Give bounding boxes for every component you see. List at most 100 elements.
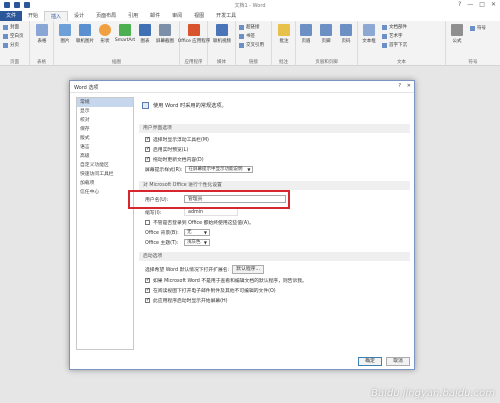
- chart-icon: [139, 24, 151, 36]
- option-tell-me-default[interactable]: 如果 Microsoft Word 不是用于查看和编辑文档的默认程序，则告诉我。: [145, 277, 307, 284]
- screentip-row: 屏幕提示样式(R): 在屏幕提示中显示功能说明 ▼: [145, 166, 254, 173]
- online-picture-button[interactable]: 联机图片: [76, 24, 94, 44]
- option-show-start-screen[interactable]: 此应用程序启动时显示开始屏幕(H): [145, 297, 228, 304]
- page-number-button[interactable]: 页码: [337, 24, 355, 44]
- initials-input[interactable]: admin: [184, 208, 238, 216]
- symbol-button[interactable]: 符号: [470, 25, 486, 31]
- quick-parts-button[interactable]: 文档部件: [382, 24, 407, 30]
- nav-add-ins[interactable]: 加载项: [77, 179, 133, 188]
- nav-language[interactable]: 语言: [77, 143, 133, 152]
- theme-select[interactable]: 浅灰色 ▼: [184, 239, 210, 246]
- option-update-while-dragging[interactable]: 拖动时更新文档内容(D): [145, 156, 204, 163]
- page-break-button[interactable]: 分页: [3, 42, 19, 48]
- group-tables: 表格 表格: [30, 21, 54, 66]
- nav-quick-access-toolbar[interactable]: 快速访问工具栏: [77, 170, 133, 179]
- checkbox[interactable]: [145, 277, 150, 283]
- tab-references[interactable]: 引用: [122, 11, 144, 21]
- group-media: 联机视频 媒体: [208, 21, 236, 66]
- page-break-icon: [3, 42, 8, 48]
- nav-proofing[interactable]: 校对: [77, 116, 133, 125]
- footer-button[interactable]: 页脚: [317, 24, 335, 44]
- hyperlink-button[interactable]: 超链接: [239, 24, 260, 30]
- group-label-apps: 应用程序: [184, 60, 203, 65]
- tab-review[interactable]: 审阅: [166, 11, 188, 21]
- screenshot-icon: [159, 24, 171, 36]
- wordart-icon: [382, 33, 387, 39]
- tab-layout[interactable]: 页面布局: [90, 11, 122, 21]
- initials-row: 缩写(I): admin: [145, 208, 238, 216]
- nav-general[interactable]: 常规: [77, 98, 133, 107]
- chevron-down-icon: ▼: [247, 166, 251, 172]
- option-open-reading-view[interactable]: 在阅读视图下打开电子邮件附件及其他不可编辑的文件(O): [145, 287, 276, 294]
- office-apps-button[interactable]: Office 应用程序: [178, 24, 210, 44]
- group-label-illustrations: 插图: [112, 60, 121, 65]
- option-mini-toolbar[interactable]: 选择时显示浮动工具栏(M): [145, 136, 209, 143]
- background-select[interactable]: 无 ▼: [184, 229, 210, 236]
- equation-button[interactable]: 公式: [448, 24, 466, 44]
- equation-icon: [451, 24, 463, 36]
- cover-page-button[interactable]: 封面: [3, 24, 19, 30]
- chevron-down-icon: ▼: [203, 229, 207, 235]
- nav-display[interactable]: 显示: [77, 107, 133, 116]
- nav-customize-ribbon[interactable]: 自定义功能区: [77, 161, 133, 170]
- table-icon: [36, 24, 48, 36]
- dialog-help-icon[interactable]: ?: [398, 83, 401, 89]
- tab-home[interactable]: 开始: [22, 11, 44, 21]
- cancel-button[interactable]: 取消: [386, 357, 410, 366]
- online-video-button[interactable]: 联机视频: [213, 24, 231, 44]
- checkbox[interactable]: [145, 136, 150, 142]
- drop-cap-button[interactable]: 首字下沉: [382, 42, 407, 48]
- nav-advanced[interactable]: 高级: [77, 152, 133, 161]
- group-label-pages: 页面: [10, 60, 19, 65]
- help-icon[interactable]: ?: [458, 1, 461, 8]
- textbox-button[interactable]: 文本框: [360, 24, 378, 44]
- group-label-symbols: 符号: [468, 60, 478, 65]
- group-label-comments: 批注: [279, 60, 288, 65]
- tab-view[interactable]: 视图: [188, 11, 210, 21]
- checkbox[interactable]: [145, 297, 150, 303]
- option-live-preview[interactable]: 启用实时预览(L): [145, 146, 188, 153]
- section-personalize: 对 Microsoft Office 进行个性化设置: [139, 181, 410, 190]
- chart-button[interactable]: 图表: [136, 24, 154, 44]
- table-button[interactable]: 表格: [33, 24, 51, 44]
- screenshot-button[interactable]: 屏幕截图: [156, 24, 174, 44]
- shapes-button[interactable]: 形状: [96, 24, 114, 44]
- option-always-use-values[interactable]: 不管是否登录到 Office 都始终使用这些值(A)。: [145, 219, 254, 226]
- dialog-close-icon[interactable]: ✕: [407, 83, 411, 89]
- title-bar: 文档1 - Word ? — □ ✕: [0, 0, 500, 11]
- comment-button[interactable]: 批注: [275, 24, 293, 44]
- checkbox[interactable]: [145, 156, 150, 162]
- blank-page-icon: [3, 33, 8, 39]
- minimize-icon[interactable]: —: [467, 1, 473, 8]
- checkbox[interactable]: [145, 220, 150, 225]
- window-title: 文档1 - Word: [234, 3, 266, 9]
- close-icon[interactable]: ✕: [491, 1, 496, 8]
- checkbox[interactable]: [145, 146, 150, 152]
- initials-label: 缩写(I):: [145, 210, 162, 216]
- nav-trust-center[interactable]: 信任中心: [77, 188, 133, 197]
- tab-mailings[interactable]: 邮件: [144, 11, 166, 21]
- maximize-icon[interactable]: □: [479, 1, 485, 8]
- window-controls: ? — □ ✕: [458, 1, 496, 8]
- ok-button[interactable]: 确定: [358, 357, 382, 366]
- tab-file[interactable]: 文件: [0, 11, 23, 21]
- default-programs-row: 选择希望 Word 默认情况下打开扩展名: 默认程序...: [145, 265, 265, 274]
- nav-layout[interactable]: 版式: [77, 134, 133, 143]
- blank-page-button[interactable]: 空白页: [3, 33, 24, 39]
- bookmark-button[interactable]: 书签: [239, 33, 255, 39]
- drop-cap-icon: [382, 42, 387, 48]
- smartart-button[interactable]: SmartArt: [115, 24, 135, 43]
- bookmark-icon: [239, 33, 244, 39]
- tab-design[interactable]: 设计: [68, 11, 90, 21]
- screentip-select[interactable]: 在屏幕提示中显示功能说明 ▼: [185, 166, 254, 173]
- wordart-button[interactable]: 艺术字: [382, 33, 403, 39]
- nav-save[interactable]: 保存: [77, 125, 133, 134]
- checkbox[interactable]: [145, 287, 150, 293]
- tab-insert[interactable]: 插入: [44, 11, 69, 21]
- cross-reference-button[interactable]: 交叉引用: [239, 42, 264, 48]
- picture-button[interactable]: 图片: [56, 24, 74, 44]
- default-programs-button[interactable]: 默认程序...: [232, 265, 265, 274]
- tab-developer[interactable]: 开发工具: [210, 11, 242, 21]
- options-content: 使用 Word 时采用的常规选项。 用户界面选项 选择时显示浮动工具栏(M) 启…: [139, 97, 410, 350]
- header-button[interactable]: 页眉: [297, 24, 315, 44]
